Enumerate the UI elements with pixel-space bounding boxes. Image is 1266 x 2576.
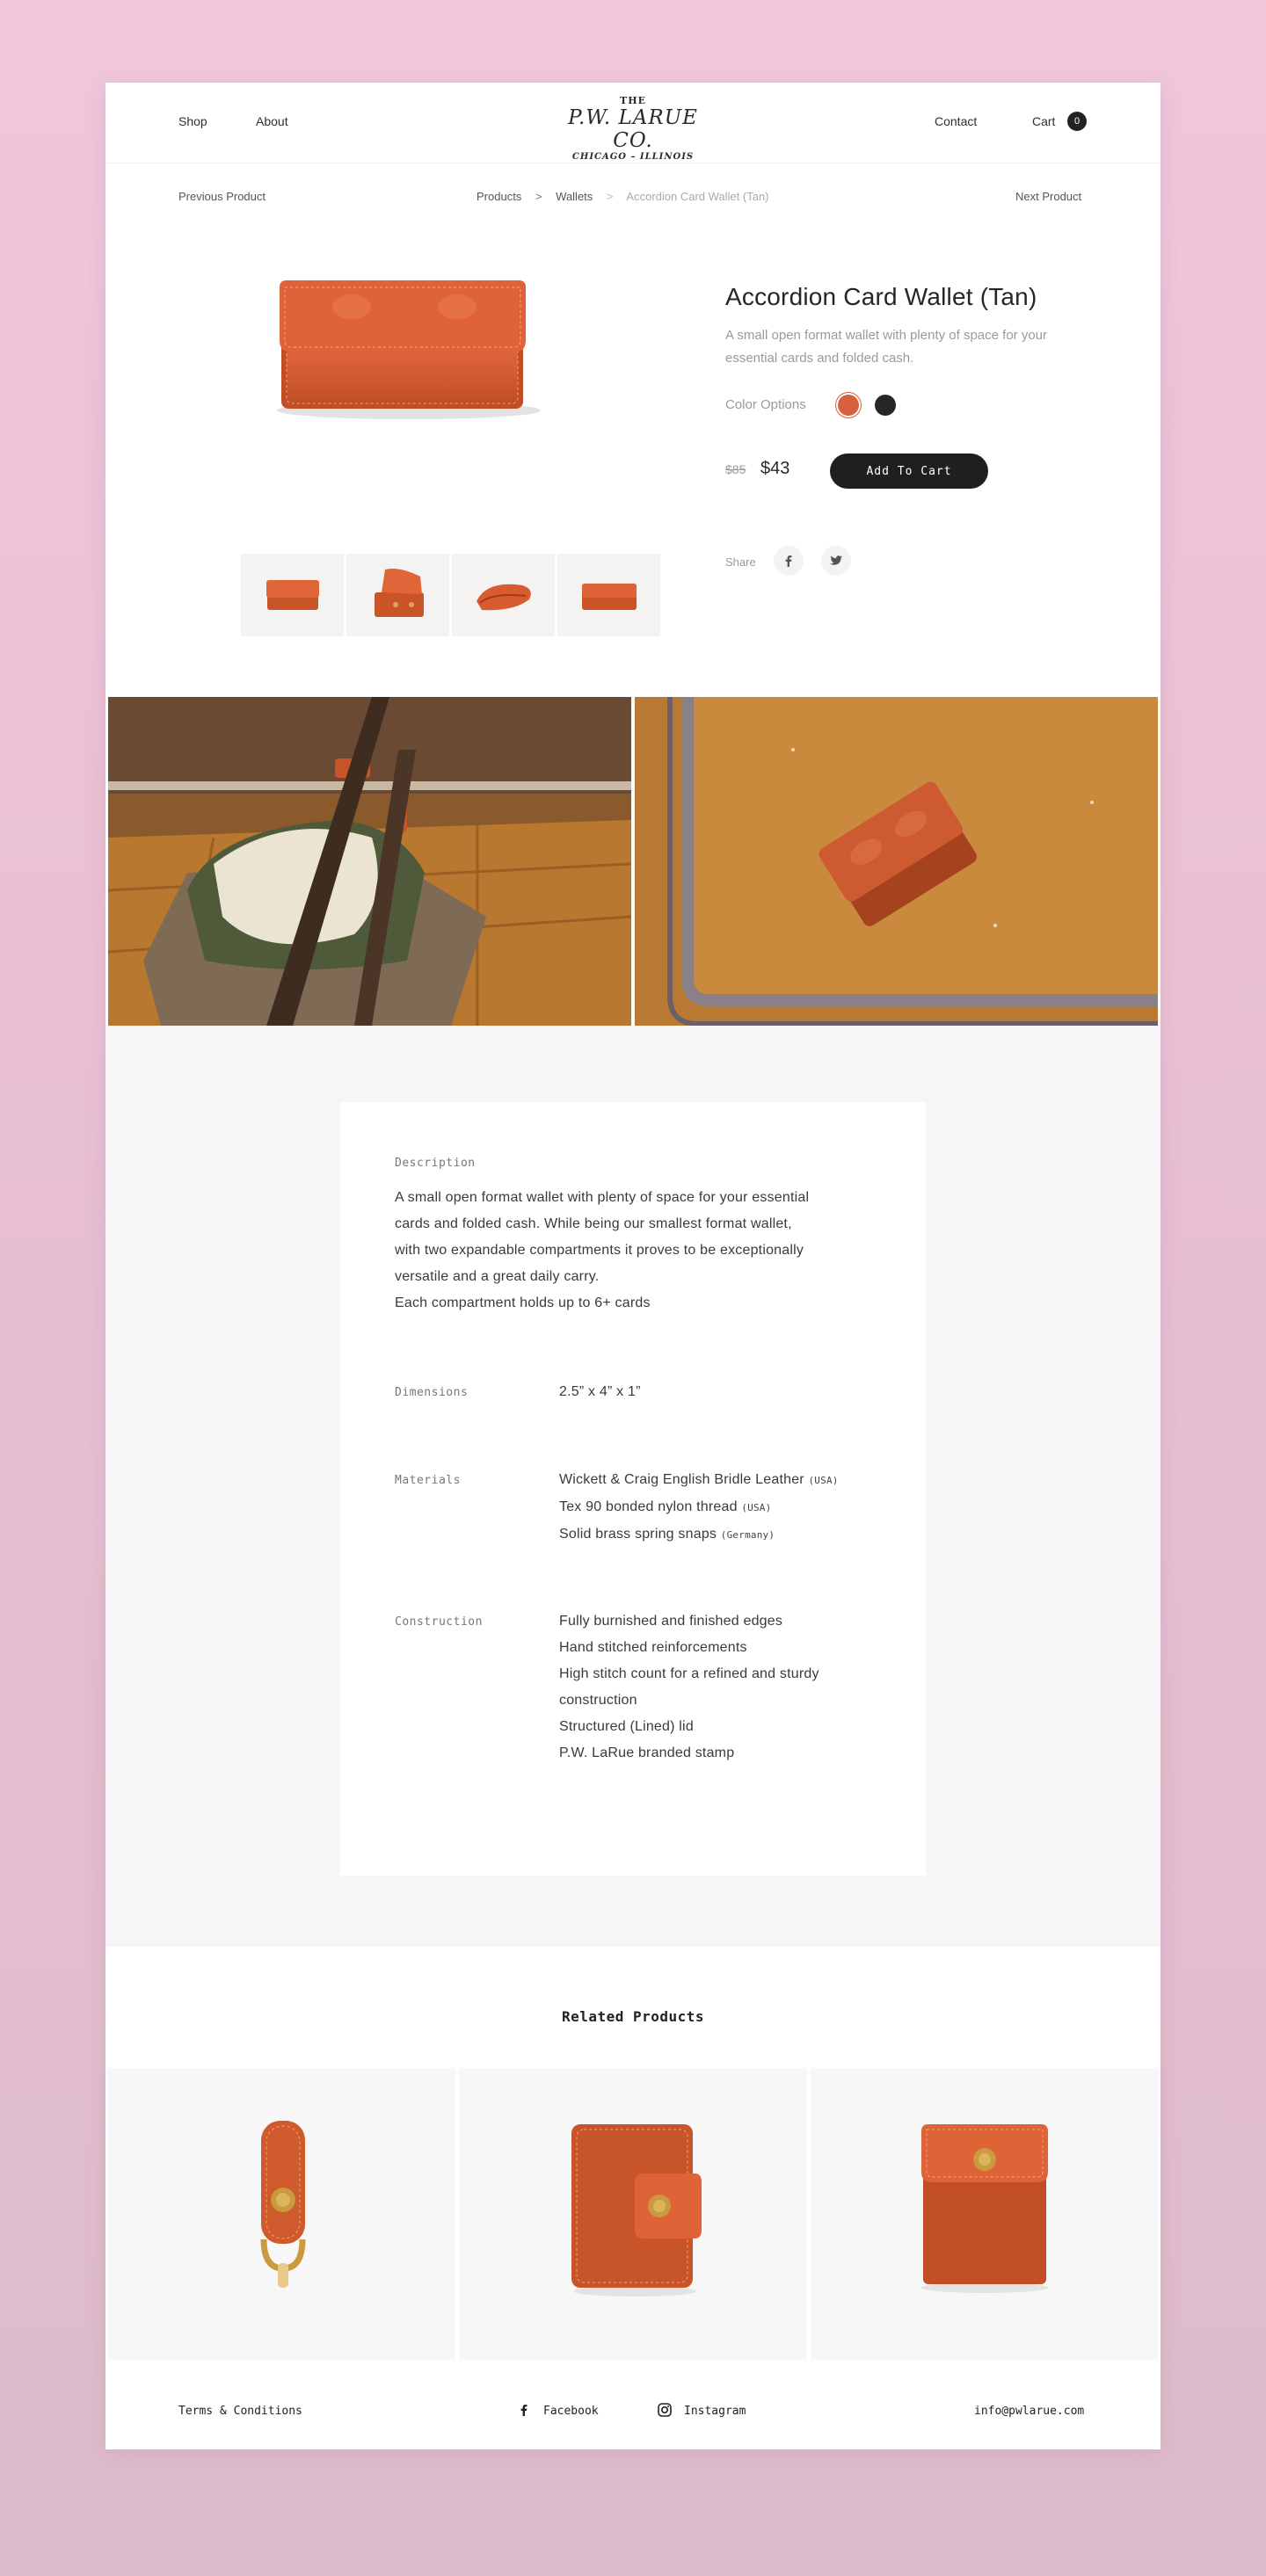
description-label: Description (395, 1157, 476, 1170)
previous-product-link[interactable]: Previous Product (178, 190, 266, 203)
material-item: Solid brass spring snaps (Germany) (559, 1527, 775, 1542)
description-text: A small open format wallet with plenty o… (395, 1185, 887, 1290)
thumbnail-wallet-closed[interactable] (241, 554, 344, 636)
breadcrumb-products[interactable]: Products (477, 190, 521, 203)
construction-list: Fully burnished and finished edges Hand … (559, 1608, 876, 1767)
logo-top: THE (620, 95, 646, 106)
materials-label: Materials (395, 1474, 461, 1487)
share-facebook-button[interactable] (774, 546, 804, 576)
construction-item: construction (559, 1693, 637, 1708)
twitter-icon (830, 555, 842, 565)
add-to-cart-button[interactable]: Add To Cart (830, 454, 988, 489)
breadcrumb-wallets[interactable]: Wallets (556, 190, 593, 203)
product-page: Shop About THE P.W. LARUE CO. CHICAGO – … (106, 83, 1160, 2449)
materials-list: Wickett & Craig English Bridle Leather (… (559, 1467, 876, 1549)
main-product-image[interactable] (220, 236, 589, 456)
nav-cart[interactable]: Cart (1032, 114, 1055, 128)
construction-label: Construction (395, 1615, 483, 1629)
sale-price: $43 (760, 459, 790, 478)
nav-about[interactable]: About (256, 114, 288, 128)
related-product-card-case[interactable] (811, 2068, 1159, 2360)
construction-item: Hand stitched reinforcements (559, 1640, 747, 1655)
construction-item: Fully burnished and finished edges (559, 1614, 783, 1629)
details-card: Description A small open format wallet w… (340, 1102, 926, 1876)
dimensions-value: 2.5” x 4” x 1” (559, 1384, 641, 1399)
thumbnail-wallet-open[interactable] (346, 554, 449, 636)
breadcrumb-separator: > (535, 190, 542, 203)
material-origin: (USA) (741, 1502, 772, 1513)
breadcrumb-separator: > (606, 190, 614, 203)
facebook-icon (785, 555, 792, 567)
color-options-label: Color Options (725, 397, 806, 412)
brand-logo[interactable]: THE P.W. LARUE CO. CHICAGO – ILLINOIS (545, 95, 721, 162)
logo-city: CHICAGO – ILLINOIS (571, 152, 695, 162)
color-swatch-tan[interactable] (838, 395, 859, 416)
logo-name: P.W. LARUE CO. (568, 106, 698, 152)
breadcrumb-current: Accordion Card Wallet (Tan) (626, 190, 769, 203)
material-origin: (Germany) (720, 1529, 775, 1541)
product-short-description: A small open format wallet with plenty o… (725, 328, 1048, 366)
email-link[interactable]: info@pwlarue.com (974, 2405, 1084, 2418)
construction-item: Structured (Lined) lid (559, 1719, 694, 1734)
thumbnail-wallet-flat[interactable] (557, 554, 660, 636)
site-header: Shop About THE P.W. LARUE CO. CHICAGO – … (106, 83, 1160, 163)
related-product-snap-wallet[interactable] (459, 2068, 807, 2360)
terms-link[interactable]: Terms & Conditions (178, 2405, 302, 2418)
next-product-link[interactable]: Next Product (1015, 190, 1081, 203)
facebook-icon[interactable] (519, 2403, 529, 2421)
dimensions-label: Dimensions (395, 1386, 469, 1399)
related-product-key-fob[interactable] (107, 2068, 455, 2360)
capacity-note: Each compartment holds up to 6+ cards (395, 1295, 651, 1310)
nav-contact[interactable]: Contact (935, 114, 977, 128)
color-swatch-black[interactable] (875, 395, 896, 416)
original-price: $85 (725, 462, 746, 476)
description-line: cards and folded cash. While being our s… (395, 1216, 792, 1231)
related-products-title: Related Products (561, 2008, 705, 2025)
thumbnail-wallet-side[interactable] (452, 554, 555, 636)
description-line: versatile and a great daily carry. (395, 1269, 600, 1284)
facebook-link[interactable]: Facebook (543, 2405, 599, 2418)
breadcrumb: Products > Wallets > Accordion Card Wall… (477, 190, 769, 203)
nav-shop[interactable]: Shop (178, 114, 207, 128)
material-item: Wickett & Craig English Bridle Leather (… (559, 1472, 839, 1487)
instagram-icon[interactable] (658, 2403, 672, 2421)
description-line: A small open format wallet with plenty o… (395, 1190, 810, 1205)
lifestyle-photo-table (635, 697, 1158, 1026)
material-origin: (USA) (808, 1475, 839, 1486)
construction-item: High stitch count for a refined and stur… (559, 1666, 819, 1681)
product-title: Accordion Card Wallet (Tan) (725, 283, 1037, 310)
cart-count-badge[interactable]: 0 (1067, 112, 1087, 131)
instagram-link[interactable]: Instagram (684, 2405, 746, 2418)
share-twitter-button[interactable] (821, 546, 851, 576)
share-label: Share (725, 555, 756, 569)
description-line: with two expandable compartments it prov… (395, 1243, 804, 1258)
material-item: Tex 90 bonded nylon thread (USA) (559, 1499, 772, 1514)
lifestyle-photo-chair (108, 697, 631, 1026)
construction-item: P.W. LaRue branded stamp (559, 1745, 735, 1760)
